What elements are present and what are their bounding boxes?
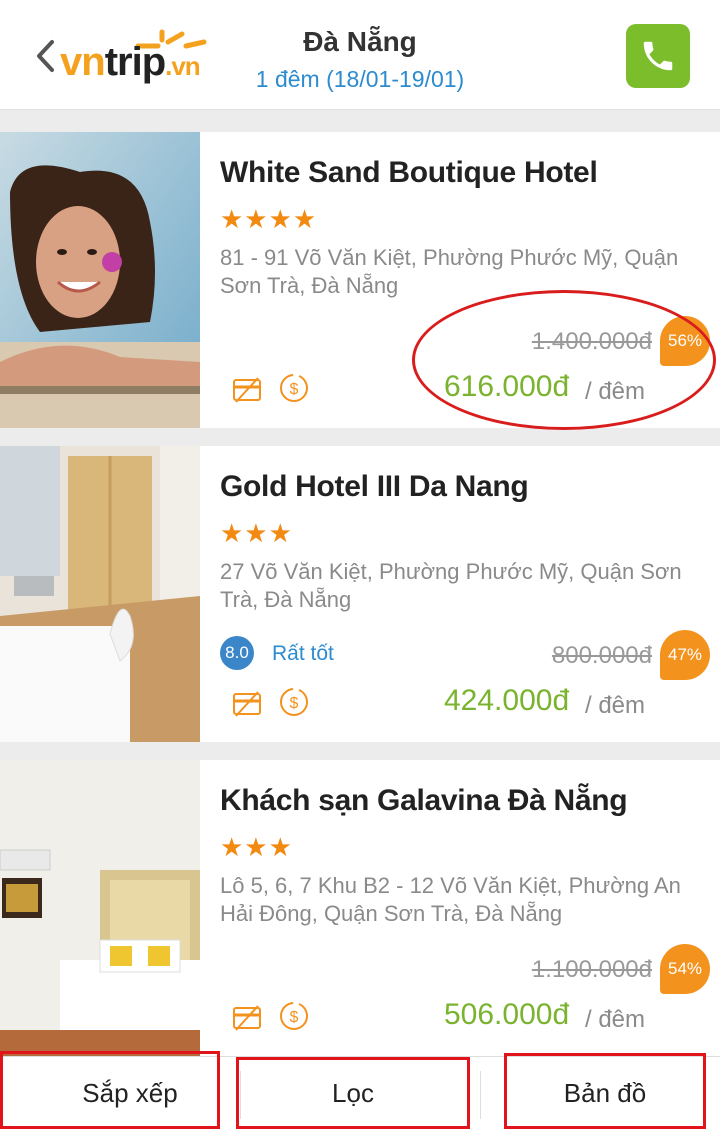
app-header: vntrip.vn Đà Nẵng 1 đêm (18/01-19/01) (0, 0, 720, 110)
phone-icon (643, 41, 673, 71)
no-card-icon (233, 691, 261, 717)
hotel-address: 27 Võ Văn Kiệt, Phường Phước Mỹ, Quận Sơ… (220, 559, 682, 612)
price-unit: / đêm (585, 692, 646, 719)
chevron-left-icon[interactable] (34, 38, 56, 74)
svg-text:$: $ (290, 1009, 299, 1026)
review-label: Rất tốt (272, 642, 334, 665)
call-button[interactable] (626, 24, 690, 88)
sale-price: 506.000đ (444, 998, 570, 1031)
price-unit: / đêm (585, 1006, 646, 1033)
hotel-photo (0, 760, 200, 1056)
refund-money-icon: $ (280, 374, 308, 402)
review-score: 8.0 (220, 636, 254, 670)
stay-dates[interactable]: 1 đêm (18/01-19/01) (240, 66, 480, 93)
no-card-icon (233, 1005, 261, 1031)
star-rating: ★★★ (220, 832, 293, 862)
hotel-card[interactable]: Khách sạn Galavina Đà Nẵng ★★★ Lô 5, 6, … (0, 760, 720, 1056)
hotel-card[interactable]: Gold Hotel III Da Nang ★★★ 27 Võ Văn Kiệ… (0, 446, 720, 742)
original-price: 800.000đ (551, 642, 652, 669)
sale-price: 424.000đ (444, 684, 570, 717)
hotel-name[interactable]: Gold Hotel III Da Nang (220, 470, 529, 504)
hotel-address: 81 - 91 Võ Văn Kiệt, Phường Phước Mỹ, Qu… (220, 245, 679, 298)
price-highlight-annotation (412, 290, 716, 430)
svg-text:$: $ (290, 381, 299, 398)
hotel-name[interactable]: Khách sạn Galavina Đà Nẵng (220, 784, 628, 818)
bottom-action-bar: Sắp xếp Lọc Bản đồ (0, 1051, 720, 1136)
discount-badge: 47% (660, 630, 710, 680)
divider (480, 1071, 481, 1119)
logo-text: vntrip.vn (60, 40, 201, 84)
filter-highlight-annotation (236, 1057, 470, 1129)
star-rating: ★★★★ (220, 204, 318, 234)
refund-money-icon: $ (280, 688, 308, 716)
page-title: Đà Nẵng (303, 26, 417, 57)
map-highlight-annotation (504, 1053, 706, 1129)
sort-highlight-annotation (0, 1051, 220, 1129)
hotel-photo (0, 132, 200, 428)
vntrip-logo[interactable]: vntrip.vn (60, 28, 240, 98)
no-card-icon (233, 377, 261, 403)
refund-money-icon: $ (280, 1002, 308, 1030)
discount-badge: 54% (660, 944, 710, 994)
hotel-photo (0, 446, 200, 742)
svg-text:$: $ (290, 695, 299, 712)
original-price: 1.100.000đ (531, 956, 652, 983)
hotel-address: Lô 5, 6, 7 Khu B2 - 12 Võ Văn Kiệt, Phườ… (220, 873, 681, 926)
hotel-name[interactable]: White Sand Boutique Hotel (220, 156, 598, 190)
star-rating: ★★★ (220, 518, 293, 548)
